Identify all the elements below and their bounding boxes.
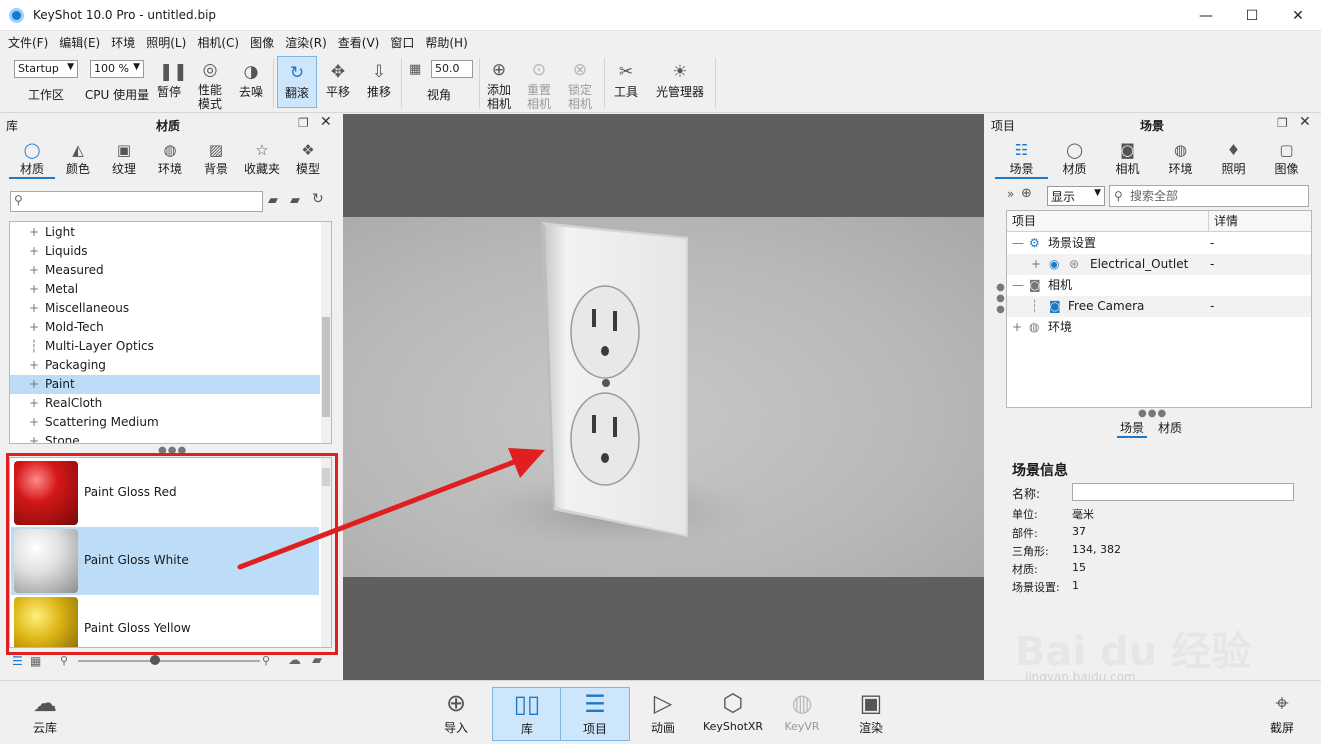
project-header-title: 场景 xyxy=(1140,119,1165,133)
book-icon: ▯▯ xyxy=(513,690,541,718)
list-icon: ☰ xyxy=(584,690,606,718)
tab-scene[interactable]: ☷ 场景 xyxy=(995,140,1048,179)
project-button[interactable]: ☰ 项目 xyxy=(560,687,630,741)
info-units-label: 单位: xyxy=(1012,508,1038,521)
side-splitter-handle[interactable]: ●●● xyxy=(995,282,1006,315)
expand-chevron-icon[interactable]: » xyxy=(1007,187,1014,201)
info-name-label: 名称: xyxy=(1012,487,1041,501)
info-materials-label: 材质: xyxy=(1012,563,1038,576)
info-scene-sets-value: 1 xyxy=(1072,579,1079,592)
scene-tree: 项目 详情 — ⚙ 场景设置 - + ◉ ⊛ Electrical_Outlet… xyxy=(1006,210,1312,408)
info-units-value: 毫米 xyxy=(1072,508,1094,521)
light-bulb-icon: ♦ xyxy=(1226,141,1241,159)
import-button[interactable]: ⊕ 导入 xyxy=(421,687,491,741)
info-parts-value: 37 xyxy=(1072,525,1086,538)
scene-tree-header: 项目 详情 xyxy=(1007,211,1311,232)
subtab-scene[interactable]: 场景 xyxy=(1117,419,1148,438)
scene-info-title: 场景信息 xyxy=(1012,463,1068,479)
scene-tree-row[interactable]: + ◉ ⊛ Electrical_Outlet - xyxy=(1007,254,1311,275)
render-button[interactable]: ▣ 渲染 xyxy=(836,687,906,741)
panel-close-icon[interactable]: ✕ xyxy=(1299,114,1311,130)
project-tabs: ☷ 场景 ◯ 材质 ◙ 相机 ◍ 环境 ♦ 照明 ▢ 图像 xyxy=(995,140,1313,179)
project-panel: 项目 场景 ❐ ✕ ☷ 场景 ◯ 材质 ◙ 相机 ◍ 环境 ♦ 照明 ▢ 图像 » ⊕ 显示… xyxy=(985,114,1321,684)
camera-icon: ◙ xyxy=(1029,278,1041,292)
cube-icon: ⬡ xyxy=(722,689,744,717)
add-item-icon[interactable]: ⊕ xyxy=(1021,186,1032,201)
info-scene-sets-label: 场景设置: xyxy=(1012,581,1060,594)
info-triangles-label: 三角形: xyxy=(1012,545,1049,558)
animation-button[interactable]: ▷ 动画 xyxy=(628,687,698,741)
model-icon: ⊛ xyxy=(1069,257,1080,271)
camera-icon: ◙ xyxy=(1049,299,1061,313)
tab-lighting[interactable]: ♦ 照明 xyxy=(1207,140,1260,179)
info-materials-value: 15 xyxy=(1072,561,1086,574)
scene-search-input[interactable]: ⚲ 搜索全部 xyxy=(1109,185,1309,207)
cloud-icon: ☁ xyxy=(33,689,57,717)
search-icon: ⚲ xyxy=(1114,189,1123,203)
scene-tree-row[interactable]: ┆ ◙ Free Camera - xyxy=(1007,296,1311,317)
scene-tree-row[interactable]: + ◍ 环境 xyxy=(1007,317,1311,338)
info-parts-label: 部件: xyxy=(1012,527,1038,540)
bottom-bar: ☁ 云库 ⊕ 导入 ▯▯ 库 ☰ 项目 ▷ 动画 ⬡ KeyShotXR ◍ KeyVR ▣ 渲… xyxy=(0,680,1321,744)
environment-icon: ◍ xyxy=(1173,141,1188,159)
cloud-library-button[interactable]: ☁ 云库 xyxy=(10,687,80,741)
watermark-brand: Bai du 经验 xyxy=(1015,629,1252,675)
image-icon: ▢ xyxy=(1279,141,1294,159)
subtab-material[interactable]: 材质 xyxy=(1157,419,1183,436)
keyvr-button[interactable]: ◍ KeyVR xyxy=(767,687,837,741)
screenshot-icon: ⌖ xyxy=(1275,689,1289,717)
scene-tree-row[interactable]: — ⚙ 场景设置 - xyxy=(1007,233,1311,254)
material-icon: ◯ xyxy=(1066,141,1083,159)
scene-settings-icon: ⚙ xyxy=(1029,236,1040,250)
column-items[interactable]: 项目 xyxy=(1012,211,1036,232)
tab-material[interactable]: ◯ 材质 xyxy=(1048,140,1101,179)
display-select[interactable]: 显示 ▼ xyxy=(1047,186,1105,206)
tab-camera[interactable]: ◙ 相机 xyxy=(1101,140,1154,179)
scene-tree-row[interactable]: — ◙ 相机 xyxy=(1007,275,1311,296)
info-triangles-value: 134, 382 xyxy=(1072,543,1121,556)
splitter-handle[interactable]: ●●● xyxy=(1138,408,1167,419)
keyshotxr-button[interactable]: ⬡ KeyShotXR xyxy=(698,687,768,741)
visibility-eye-icon[interactable]: ◉ xyxy=(1049,254,1059,275)
screenshot-button[interactable]: ⌖ 截屏 xyxy=(1247,687,1317,741)
scene-icon: ☷ xyxy=(1014,141,1029,159)
environment-icon: ◍ xyxy=(1029,320,1040,334)
project-header-label: 项目 xyxy=(991,119,1016,133)
library-button[interactable]: ▯▯ 库 xyxy=(492,687,562,741)
column-details[interactable]: 详情 xyxy=(1208,211,1238,232)
info-name-field[interactable] xyxy=(1072,483,1294,501)
vr-icon: ◍ xyxy=(791,689,813,717)
play-icon: ▷ xyxy=(653,689,673,717)
camera-icon: ◙ xyxy=(1120,141,1135,159)
tab-image[interactable]: ▢ 图像 xyxy=(1260,140,1313,179)
undock-icon[interactable]: ❐ xyxy=(1277,116,1288,130)
tab-environment[interactable]: ◍ 环境 xyxy=(1154,140,1207,179)
render-camera-icon: ▣ xyxy=(859,689,883,717)
import-icon: ⊕ xyxy=(445,689,467,717)
